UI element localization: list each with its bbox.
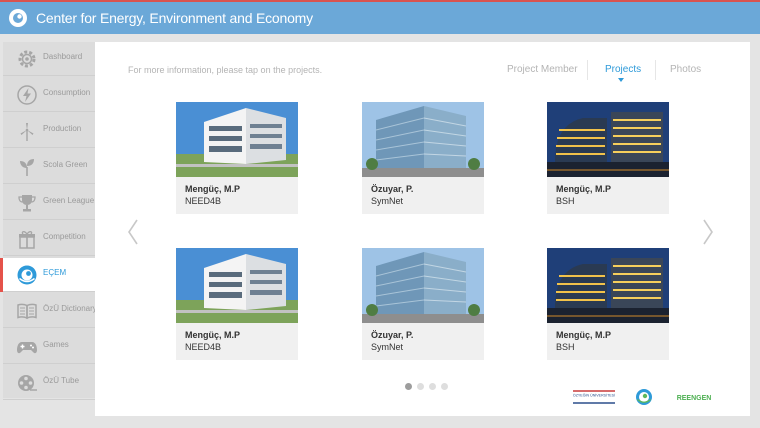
- wind-turbine-icon: [20, 123, 34, 141]
- member-name: Özuyar, P.: [371, 330, 414, 340]
- gamepad-icon: [17, 342, 37, 354]
- member-name: Mengüç, M.P: [556, 330, 612, 340]
- sidebar-item-games[interactable]: Games: [3, 330, 95, 364]
- app-title: Center for Energy, Environment and Econo…: [36, 10, 313, 26]
- tab-photos[interactable]: Photos: [670, 64, 701, 75]
- ecem-logo-icon: [17, 265, 37, 285]
- project-name: NEED4B: [185, 342, 222, 352]
- page-dot-4[interactable]: [441, 383, 448, 390]
- tab-divider: [655, 60, 656, 80]
- book-icon: [17, 303, 37, 320]
- sidebar: Dashboard Consumption Production Scola G…: [0, 42, 97, 400]
- sidebar-item-label: Production: [43, 124, 82, 133]
- project-card[interactable]: Mengüç, M.P NEED4B: [176, 248, 298, 360]
- night-building-photo: [547, 102, 669, 177]
- lightning-icon: [17, 85, 37, 105]
- sidebar-item-competition[interactable]: Competition: [3, 222, 95, 256]
- sidebar-item-ozu-dictionary[interactable]: ÖzÜ Dictionary: [3, 294, 97, 328]
- gear-icon: [18, 50, 36, 68]
- trophy-icon: [18, 195, 36, 212]
- night-building-photo: [547, 248, 669, 323]
- project-name: SymNet: [371, 342, 404, 352]
- sidebar-item-production[interactable]: Production: [3, 114, 95, 148]
- ecem-logo-icon: [9, 9, 27, 27]
- project-card[interactable]: Mengüç, M.P BSH: [547, 102, 669, 214]
- sidebar-item-green-league[interactable]: Green League: [3, 186, 95, 220]
- project-card[interactable]: Mengüç, M.P NEED4B: [176, 102, 298, 214]
- page-dot-3[interactable]: [429, 383, 436, 390]
- sidebar-item-label: Consumption: [43, 88, 91, 97]
- sidebar-item-dashboard[interactable]: Dashboard: [3, 42, 95, 76]
- member-name: Mengüç, M.P: [556, 184, 612, 194]
- sidebar-item-label: EÇEM: [43, 268, 67, 277]
- title-bar: Center for Energy, Environment and Econo…: [0, 0, 760, 34]
- member-name: Özuyar, P.: [371, 184, 414, 194]
- tab-divider: [587, 60, 588, 80]
- instruction-text: For more information, please tap on the …: [128, 65, 323, 75]
- sidebar-item-label: ÖzÜ Dictionary: [43, 304, 97, 313]
- sidebar-item-scola-green[interactable]: Scola Green: [3, 150, 95, 184]
- sidebar-item-consumption[interactable]: Consumption: [3, 78, 95, 112]
- active-tab-caret: [618, 78, 624, 82]
- ecem-logo: [636, 389, 652, 405]
- sidebar-item-label: Green League: [43, 196, 95, 205]
- main-panel: For more information, please tap on the …: [95, 42, 750, 416]
- member-name: Mengüç, M.P: [185, 184, 241, 194]
- project-name: NEED4B: [185, 196, 222, 206]
- sidebar-item-ecem[interactable]: EÇEM: [0, 258, 95, 292]
- project-name: BSH: [556, 196, 575, 206]
- page-dot-1[interactable]: [405, 383, 412, 390]
- reengen-logo-text: REENGEN: [677, 395, 712, 402]
- project-name: SymNet: [371, 196, 404, 206]
- sidebar-item-label: Games: [43, 340, 69, 349]
- tab-project-member[interactable]: Project Member: [507, 64, 578, 75]
- white-building-photo: [176, 248, 298, 323]
- previous-arrow-icon[interactable]: [126, 218, 140, 246]
- gift-icon: [19, 231, 35, 249]
- glass-office-photo: [362, 102, 484, 177]
- tab-projects[interactable]: Projects: [605, 64, 641, 75]
- reengen-logo: REENGEN: [677, 395, 712, 402]
- member-name: Mengüç, M.P: [185, 330, 241, 340]
- project-card[interactable]: Özuyar, P. SymNet: [362, 102, 484, 214]
- white-building-photo: [176, 102, 298, 177]
- sidebar-item-label: Competition: [43, 232, 86, 241]
- next-arrow-icon[interactable]: [701, 218, 715, 246]
- active-indicator: [0, 258, 3, 292]
- sidebar-item-label: Dashboard: [43, 52, 83, 61]
- glass-office-photo: [362, 248, 484, 323]
- project-name: BSH: [556, 342, 575, 352]
- sidebar-item-label: Scola Green: [43, 160, 88, 169]
- page-dot-2[interactable]: [417, 383, 424, 390]
- project-card[interactable]: Özuyar, P. SymNet: [362, 248, 484, 360]
- film-reel-icon: [18, 375, 37, 391]
- ozyegin-logo-text: ÖZYEĞİN ÜNİVERSİTESİ: [573, 393, 615, 398]
- sidebar-item-label: ÖzÜ Tube: [43, 376, 80, 385]
- project-card[interactable]: Mengüç, M.P BSH: [547, 248, 669, 360]
- ozyegin-university-logo: ÖZYEĞİN ÜNİVERSİTESİ: [573, 390, 615, 404]
- sidebar-item-ozu-tube[interactable]: ÖzÜ Tube: [3, 366, 95, 400]
- sprout-icon: [20, 159, 34, 176]
